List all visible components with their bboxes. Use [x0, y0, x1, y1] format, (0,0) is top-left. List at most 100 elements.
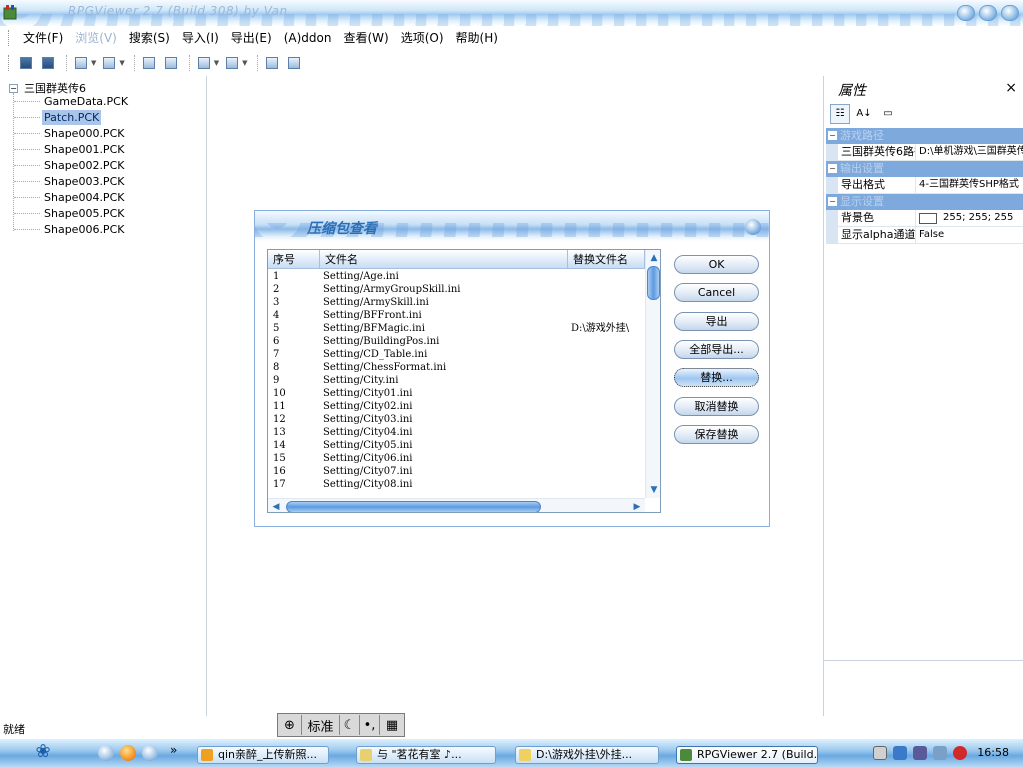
file-tree[interactable]: − 三国群英传6 GameData.PCK Patch.PCK Shape000… [0, 76, 207, 716]
alphabetical-sort-icon[interactable]: A↓ [854, 104, 874, 124]
import-button-2[interactable] [195, 54, 213, 72]
taskbar-task-active[interactable]: RPGViewer 2.7 (Build... [676, 746, 818, 764]
import-button[interactable] [72, 54, 90, 72]
menu-import[interactable]: 导入(I) [176, 28, 225, 48]
category-collapse-icon[interactable]: − [828, 131, 837, 140]
title-bar[interactable]: RPGViewer 2.7 (Build 308) by Van [0, 0, 1023, 26]
list-row[interactable]: 13 Setting/City04.ini [268, 426, 645, 439]
save-replace-button[interactable]: 保存替换 [674, 425, 759, 444]
menu-help[interactable]: 帮助(H) [450, 28, 504, 48]
taskbar-task[interactable]: qin亲醉_上传新照... [197, 746, 329, 764]
export-button-2[interactable] [223, 54, 241, 72]
export-button[interactable]: 导出 [674, 312, 759, 331]
copy-button-2[interactable] [263, 54, 281, 72]
tree-item[interactable]: Shape002.PCK [13, 158, 126, 173]
property-category[interactable]: − 输出设置 [826, 161, 1023, 177]
tree-item[interactable]: Shape006.PCK [13, 222, 126, 237]
antivirus-tray-icon[interactable] [953, 746, 967, 760]
list-row[interactable]: 17 Setting/City08.ini [268, 478, 645, 491]
maximize-button[interactable] [979, 5, 997, 21]
ime-punctuation-icon[interactable]: •, [360, 715, 380, 735]
dialog-title-bar[interactable]: 压缩包查看 [255, 211, 769, 241]
list-row[interactable]: 6 Setting/BuildingPos.ini [268, 335, 645, 348]
minimize-button[interactable] [957, 5, 975, 21]
list-row[interactable]: 15 Setting/City06.ini [268, 452, 645, 465]
column-header-replace-filename[interactable]: 替换文件名 [568, 250, 645, 268]
clock[interactable]: 16:58 [977, 746, 1009, 759]
tree-item[interactable]: GameData.PCK [13, 94, 130, 109]
property-value[interactable]: 255; 255; 255 [943, 210, 1013, 226]
list-row[interactable]: 11 Setting/City02.ini [268, 400, 645, 413]
paste-button[interactable] [162, 54, 180, 72]
list-row[interactable]: 9 Setting/City.ini [268, 374, 645, 387]
horizontal-scroll-thumb[interactable] [286, 501, 541, 512]
tree-item[interactable]: Shape001.PCK [13, 142, 126, 157]
paste-button-2[interactable] [285, 54, 303, 72]
categorized-view-icon[interactable]: ☷ [830, 104, 850, 124]
tree-item[interactable]: Shape005.PCK [13, 206, 126, 221]
tree-item[interactable]: Shape000.PCK [13, 126, 126, 141]
list-row[interactable]: 7 Setting/CD_Table.ini [268, 348, 645, 361]
properties-close-icon[interactable]: × [1005, 80, 1017, 96]
ok-button[interactable]: OK [674, 255, 759, 274]
tree-item[interactable]: Shape004.PCK [13, 190, 126, 205]
category-collapse-icon[interactable]: − [828, 164, 837, 173]
scroll-down-icon[interactable]: ▼ [646, 482, 660, 498]
vertical-scrollbar[interactable]: ▲ ▼ [645, 250, 660, 498]
list-row[interactable]: 10 Setting/City01.ini [268, 387, 645, 400]
menu-file[interactable]: 文件(F) [17, 28, 69, 48]
menu-view[interactable]: 查看(W) [337, 28, 394, 48]
import-dropdown-arrow-icon[interactable]: ▼ [91, 59, 96, 67]
property-value[interactable]: False [919, 227, 944, 243]
list-row[interactable]: 12 Setting/City03.ini [268, 413, 645, 426]
taskbar-task[interactable]: D:\游戏外挂\外挂... [515, 746, 659, 764]
quicklaunch-app-icon[interactable] [142, 745, 158, 761]
list-row[interactable]: 8 Setting/ChessFormat.ini [268, 361, 645, 374]
horizontal-scrollbar[interactable]: ◀ ▶ [268, 498, 645, 512]
open-folder-button[interactable] [39, 54, 57, 72]
volume-tray-icon[interactable] [913, 746, 927, 760]
export-all-button[interactable]: 全部导出... [674, 340, 759, 359]
quicklaunch-desktop-icon[interactable] [98, 745, 114, 761]
file-list[interactable]: 序号 文件名 替换文件名 1 Setting/Age.ini 2 Setting/Ar… [267, 249, 661, 513]
property-row[interactable]: 三国群英传6路径 D:\单机游戏\三国群英传6 [826, 144, 1023, 161]
export-button[interactable] [100, 54, 118, 72]
export-dropdown-arrow-icon[interactable]: ▼ [242, 59, 247, 67]
column-header-filename[interactable]: 文件名 [320, 250, 568, 268]
list-row[interactable]: 16 Setting/City07.ini [268, 465, 645, 478]
toolbar-grip[interactable] [8, 54, 11, 71]
vertical-scroll-thumb[interactable] [647, 266, 660, 300]
ime-toolbar[interactable]: ⊕ 标准 ☾ •, ▦ [277, 713, 405, 737]
property-pages-icon[interactable]: ▭ [878, 104, 898, 124]
column-header-index[interactable]: 序号 [268, 250, 320, 268]
list-row[interactable]: 1 Setting/Age.ini [268, 270, 645, 283]
keyboard-tray-icon[interactable] [873, 746, 887, 760]
property-value[interactable]: 4-三国群英传SHP格式 [919, 177, 1019, 193]
app-icon[interactable] [3, 4, 17, 20]
cancel-button[interactable]: Cancel [674, 283, 759, 302]
start-button[interactable]: ❀ [30, 741, 56, 765]
color-swatch[interactable] [919, 212, 937, 224]
scroll-right-icon[interactable]: ▶ [629, 499, 645, 512]
category-collapse-icon[interactable]: − [828, 197, 837, 206]
menu-search[interactable]: 搜索(S) [123, 28, 176, 48]
replace-button[interactable]: 替换... [674, 368, 759, 387]
list-row[interactable]: 5 Setting/BFMagic.ini D:\游戏外挂\ [268, 322, 645, 335]
import-dropdown-arrow-icon[interactable]: ▼ [214, 59, 219, 67]
quicklaunch-more-icon[interactable]: » [170, 743, 177, 757]
property-row[interactable]: 显示alpha通道 False [826, 227, 1023, 244]
network-tray-icon[interactable] [893, 746, 907, 760]
menu-browse[interactable]: 浏览(V) [69, 28, 123, 48]
property-value[interactable]: D:\单机游戏\三国群英传6 [919, 144, 1023, 160]
list-row[interactable]: 4 Setting/BFFront.ini [268, 309, 645, 322]
menu-options[interactable]: 选项(O) [395, 28, 450, 48]
property-row[interactable]: 背景色 255; 255; 255 [826, 210, 1023, 227]
menu-grip[interactable] [8, 30, 11, 46]
display-tray-icon[interactable] [933, 746, 947, 760]
ime-halfwidth-icon[interactable]: ☾ [340, 715, 360, 735]
export-dropdown-arrow-icon[interactable]: ▼ [119, 59, 124, 67]
open-file-button[interactable] [17, 54, 35, 72]
ime-keyboard-icon[interactable]: ▦ [380, 715, 404, 735]
close-button[interactable] [1001, 5, 1019, 21]
scroll-up-icon[interactable]: ▲ [646, 250, 660, 266]
